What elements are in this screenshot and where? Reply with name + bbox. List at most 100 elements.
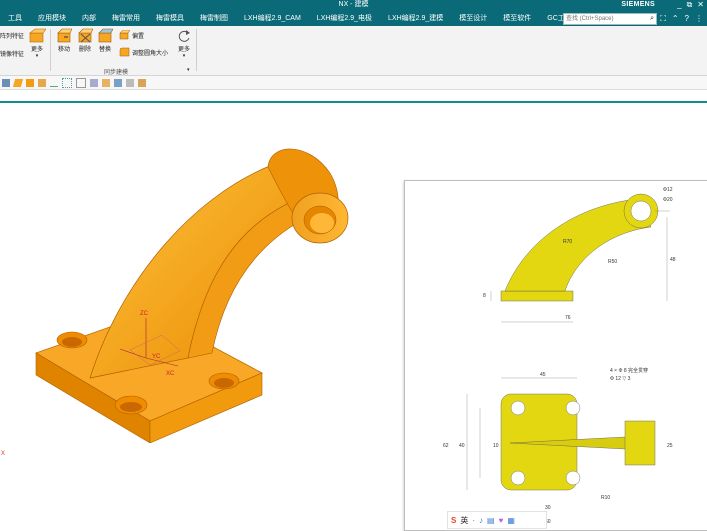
dim-front-6: 76 [565, 315, 571, 321]
more-button-1[interactable]: 更多 ▾ [28, 28, 46, 59]
replace-label: 替换 [98, 47, 111, 53]
shade-icon[interactable] [126, 78, 134, 87]
xc-label: XC [166, 371, 175, 377]
3d-bracket-model[interactable]: XC YC ZC [0, 103, 400, 443]
axis-x-marker: X [1, 451, 6, 457]
skin-icon[interactable]: ♥ [499, 516, 504, 525]
dim-front-2: R70 [563, 239, 572, 245]
menu-item-meilei-mold[interactable]: 梅雷模具 [148, 12, 192, 25]
search-icon[interactable]: ⌕ [650, 14, 654, 24]
close-button[interactable]: ✕ [697, 0, 704, 9]
ribbon-separator-2 [196, 29, 197, 71]
drawing-sheet[interactable]: Φ12 Φ20 R70 R50 48 8 76 45 4 × Φ 8 完全贯穿 … [404, 180, 707, 531]
window-title: NX - 建模 [338, 1, 369, 8]
keyboard-icon[interactable]: ▤ [487, 516, 495, 525]
dim-top-4: 40 [459, 443, 465, 449]
help-icon[interactable]: ? [685, 13, 689, 24]
pattern-feature-button[interactable]: 阵列特征 [0, 31, 24, 40]
title-bar: NX - 建模 SIEMENS _ ⧉ ✕ 工具 应用模块 内部 梅雷常用 梅雷… [0, 0, 707, 26]
point-icon[interactable] [62, 77, 72, 88]
menu-item-lxh-modeling[interactable]: LXH编程2.9_建模 [380, 12, 451, 25]
dim-top-1: 4 × Φ 8 完全贯穿 [610, 367, 648, 374]
yc-label: YC [152, 354, 161, 360]
menu-item-lxh-electrode[interactable]: LXH编程2.9_电极 [309, 12, 380, 25]
ribbon-group-label: 同步建模 [104, 70, 129, 76]
search-input[interactable] [564, 14, 646, 24]
delete-face-button[interactable]: 删除 [77, 28, 93, 53]
restore-button[interactable]: ⧉ [687, 0, 693, 9]
ribbon: 阵列特征 镜像特征 更多 ▾ 移动 删除 替换 偏置 调整圆角大小 更多 ▾ 同… [0, 26, 707, 76]
dropdown-arrow-icon: ▾ [35, 53, 39, 59]
dropdown-arrow-icon-2: ▾ [182, 53, 186, 59]
dim-top-6: 25 [667, 443, 673, 449]
dim-front-5: 8 [483, 293, 486, 299]
siemens-logo: SIEMENS [621, 1, 655, 8]
microphone-icon[interactable]: ♪ [479, 516, 483, 525]
ime-toolbar: S 英 · ♪ ▤ ♥ ▦ [447, 511, 547, 529]
resize-blend-label: 调整圆角大小 [132, 50, 169, 57]
ribbon-separator [50, 29, 51, 71]
menu-item-internal[interactable]: 内部 [74, 12, 104, 25]
resize-blend-icon [119, 47, 130, 57]
render-icon[interactable] [102, 78, 110, 87]
dim-top-2: Φ 12 ▽ 3 [610, 376, 631, 382]
ime-mode-label[interactable]: 英 [460, 515, 468, 526]
more-button-2[interactable]: 更多 ▾ [176, 28, 192, 59]
fullscreen-icon[interactable]: ⛶ [660, 13, 666, 24]
offset-label: 偏置 [132, 33, 145, 40]
zc-label: ZC [140, 311, 149, 317]
settings-icon[interactable]: ⋮ [695, 13, 703, 24]
replace-face-button[interactable]: 替换 [97, 28, 113, 53]
sogou-icon[interactable]: S [451, 516, 456, 525]
offset-region-button[interactable]: 偏置 [119, 30, 144, 40]
body-icon[interactable] [26, 78, 34, 87]
more-label-2: 更多 [177, 47, 190, 53]
replace-face-icon [98, 28, 113, 43]
search-box[interactable]: ⌕ [563, 13, 657, 25]
punctuation-icon[interactable]: · [472, 516, 475, 525]
menu-item-mold-software[interactable]: 模至软件 [495, 12, 539, 25]
menu-item-tools[interactable]: 工具 [0, 12, 30, 25]
menu-item-mold-design[interactable]: 模至设计 [451, 12, 495, 25]
more-features-icon [29, 28, 46, 43]
snap-icon[interactable] [76, 77, 86, 88]
quick-toolbar [0, 76, 707, 90]
group-dropdown-icon[interactable]: ▾ [187, 67, 190, 73]
dim-front-3: R50 [608, 259, 617, 265]
move-face-icon [57, 28, 72, 43]
refresh-icon [178, 30, 190, 42]
resize-blend-button[interactable]: 调整圆角大小 [119, 47, 168, 57]
more-label-1: 更多 [30, 47, 43, 53]
move-face-button[interactable]: 移动 [56, 28, 72, 53]
orient-icon[interactable] [138, 78, 146, 87]
collapse-ribbon-icon[interactable]: ⌃ [672, 13, 679, 24]
mirror-feature-button[interactable]: 镜像特征 [0, 49, 24, 58]
dim-front-4: 48 [670, 257, 676, 263]
offset-region-icon [119, 30, 130, 40]
minimize-button[interactable]: _ [677, 0, 681, 9]
top-right-icons: ⛶ ⌃ ? ⋮ [660, 13, 703, 24]
menu-item-lxh-cam[interactable]: LXH编程2.9_CAM [236, 12, 309, 25]
dim-top-0: 45 [540, 372, 546, 378]
face-icon[interactable] [12, 78, 24, 87]
dim-top-7: R10 [601, 495, 610, 501]
window-controls: _ ⧉ ✕ [677, 0, 704, 9]
dim-front-0: Φ12 [663, 187, 673, 193]
curve-icon[interactable] [50, 78, 58, 87]
menu-item-meilei-drawing[interactable]: 梅雷制图 [192, 12, 236, 25]
mirror-feature-label: 镜像特征 [0, 52, 25, 58]
dim-front-1: Φ20 [663, 197, 673, 203]
menu-bar: 工具 应用模块 内部 梅雷常用 梅雷模具 梅雷制图 LXH编程2.9_CAM L… [0, 12, 587, 25]
menu-item-meilei-common[interactable]: 梅雷常用 [104, 12, 148, 25]
feature-icon[interactable] [38, 78, 46, 87]
menu-item-application[interactable]: 应用模块 [30, 12, 74, 25]
delete-label: 删除 [78, 47, 91, 53]
select-icon[interactable] [2, 78, 10, 87]
layer-icon[interactable] [114, 78, 122, 87]
view-icon[interactable] [90, 78, 98, 87]
toolbox-icon[interactable]: ▦ [507, 516, 515, 525]
pattern-feature-label: 阵列特征 [0, 34, 25, 40]
dim-top-5: 10 [493, 443, 499, 449]
delete-face-icon [78, 28, 93, 43]
move-label: 移动 [57, 47, 70, 53]
